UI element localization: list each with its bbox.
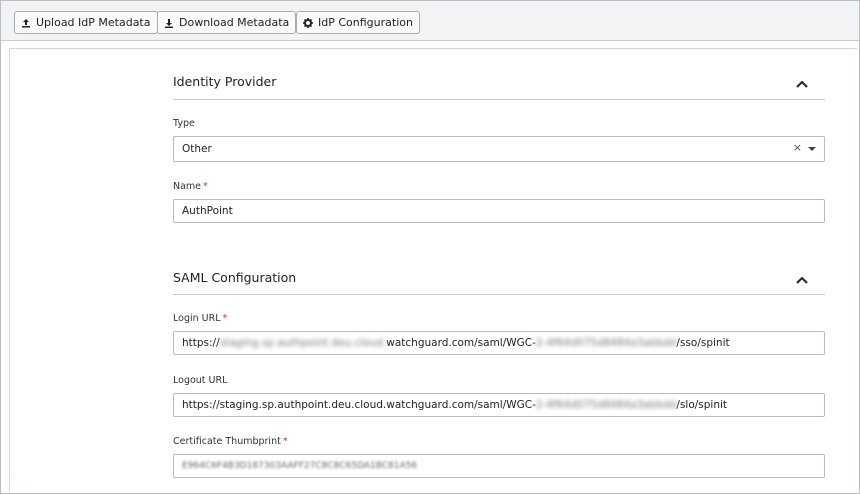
download-metadata-label: Download Metadata bbox=[179, 16, 290, 29]
login-url-middle: watchguard.com/saml/WGC- bbox=[386, 337, 536, 349]
name-label: Name * bbox=[173, 181, 208, 192]
collapse-saml-configuration-icon[interactable] bbox=[795, 275, 809, 285]
logout-url-prefix: https://staging.sp.authpoint.deu.cloud.w… bbox=[182, 399, 536, 411]
login-url-input[interactable]: https://staging.sp.authpoint.deu.cloud. w… bbox=[173, 331, 825, 355]
login-url-label: Login URL * bbox=[173, 313, 228, 324]
login-url-prefix: https:// bbox=[182, 337, 220, 349]
type-select[interactable]: Other × bbox=[173, 136, 825, 162]
download-icon bbox=[164, 18, 174, 28]
idp-configuration-button[interactable]: IdP Configuration bbox=[296, 11, 420, 34]
required-asterisk: * bbox=[222, 313, 228, 324]
clear-icon[interactable]: × bbox=[793, 141, 802, 154]
gear-icon bbox=[303, 17, 313, 28]
logout-url-input[interactable]: https://staging.sp.authpoint.deu.cloud.w… bbox=[173, 393, 825, 417]
name-input[interactable]: AuthPoint bbox=[173, 199, 825, 223]
certificate-thumbprint-label: Certificate Thumbprint * bbox=[173, 436, 288, 447]
toolbar: Upload IdP Metadata Download Metadata Id… bbox=[1, 1, 859, 41]
logout-url-suffix: /slo/spinit bbox=[676, 399, 728, 411]
section-divider bbox=[173, 294, 825, 295]
logout-url-redacted-id: 2-4f64d075d8484a3abbdd bbox=[535, 399, 677, 411]
download-metadata-button[interactable]: Download Metadata bbox=[157, 11, 297, 34]
section-divider bbox=[173, 99, 825, 100]
main-content bbox=[9, 48, 857, 492]
saml-configuration-heading: SAML Configuration bbox=[173, 270, 297, 285]
chevron-down-icon[interactable] bbox=[808, 147, 816, 151]
upload-idp-metadata-button[interactable]: Upload IdP Metadata bbox=[14, 11, 158, 34]
identity-provider-heading: Identity Provider bbox=[173, 74, 277, 89]
upload-idp-metadata-label: Upload IdP Metadata bbox=[36, 16, 151, 29]
collapse-identity-provider-icon[interactable] bbox=[795, 79, 809, 89]
logout-url-label: Logout URL bbox=[173, 375, 228, 386]
login-url-redacted-id: 2-4f64d075d8484a3abbdd bbox=[535, 337, 677, 349]
certificate-thumbprint-value: E964C6F4B3D187303AAFF27C8C8C65DA1BC81A56 bbox=[182, 461, 418, 471]
type-label: Type bbox=[173, 118, 195, 129]
login-url-suffix: /sso/spinit bbox=[676, 337, 730, 349]
login-url-redacted-host: staging.sp.authpoint.deu.cloud. bbox=[219, 337, 387, 349]
required-asterisk: * bbox=[203, 181, 208, 192]
type-select-value: Other bbox=[182, 143, 212, 155]
certificate-thumbprint-input[interactable]: E964C6F4B3D187303AAFF27C8C8C65DA1BC81A56 bbox=[173, 454, 825, 478]
idp-configuration-label: IdP Configuration bbox=[318, 16, 413, 29]
upload-icon bbox=[21, 18, 31, 28]
name-input-value: AuthPoint bbox=[182, 205, 233, 217]
required-asterisk: * bbox=[282, 436, 288, 447]
